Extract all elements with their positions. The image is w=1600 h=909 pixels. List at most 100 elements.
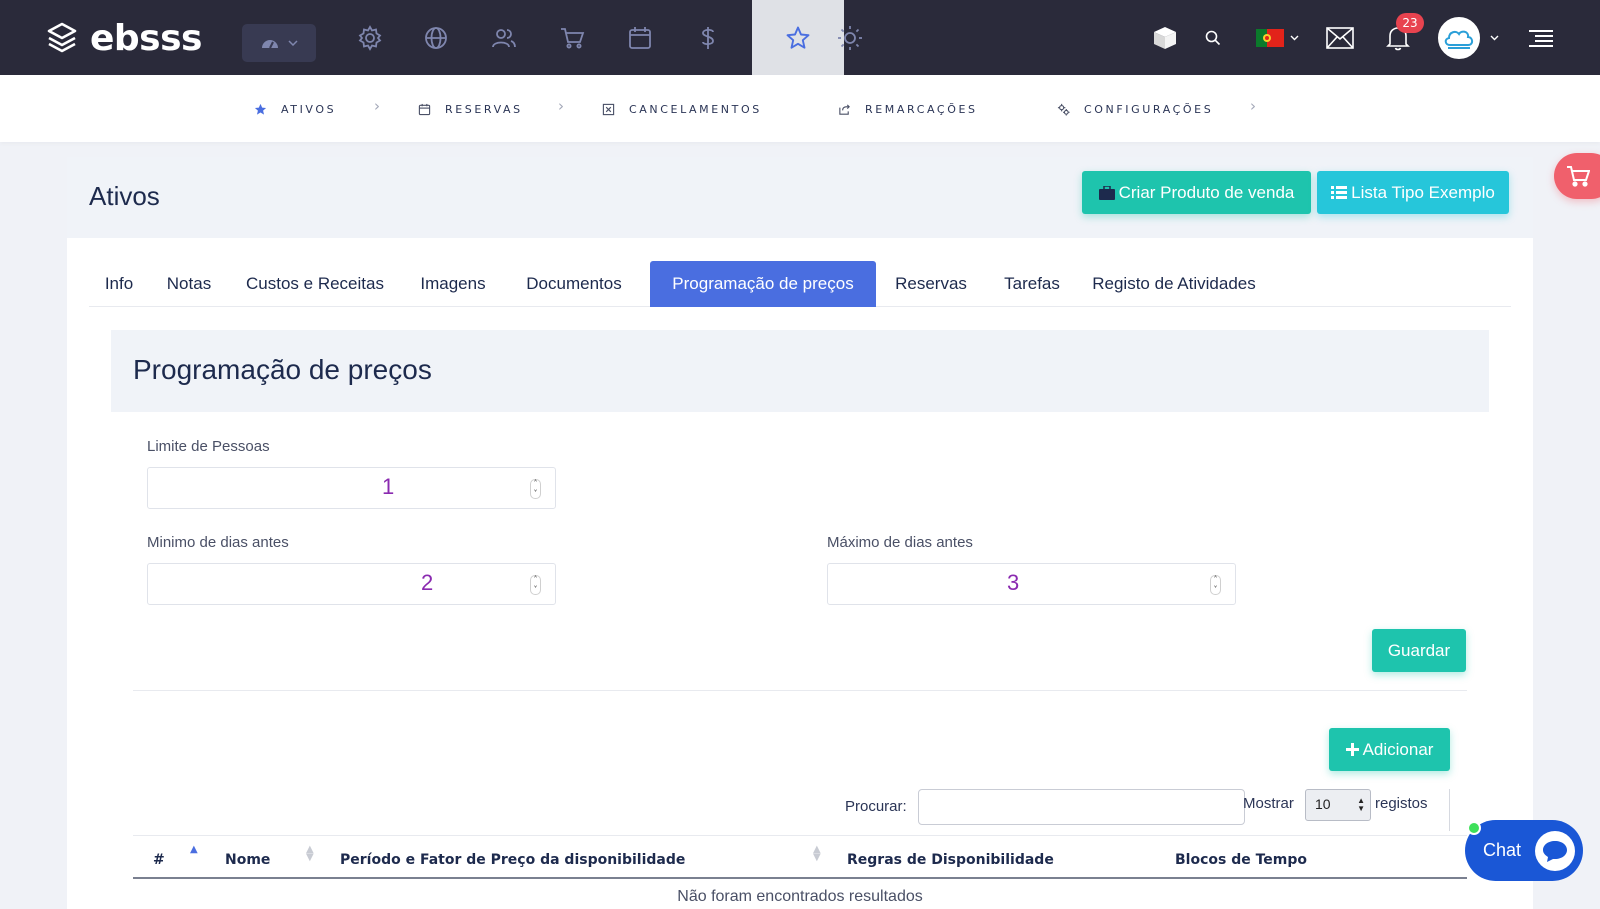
nav-theme[interactable] [820, 0, 880, 75]
dashboard-dropdown[interactable] [242, 24, 316, 62]
min-days-input[interactable]: 2 ˄ ˅ [147, 563, 556, 605]
number-spinner[interactable]: ˄ ˅ [1210, 575, 1221, 595]
min-days-label: Minimo de dias antes [147, 534, 289, 551]
cart-icon [561, 27, 585, 48]
cube-icon [1154, 26, 1176, 49]
search-button[interactable] [1202, 0, 1224, 75]
people-limit-value: 1 [382, 474, 395, 499]
avatar [1437, 16, 1480, 59]
list-type-button[interactable]: Lista Tipo Exemplo [1317, 171, 1509, 214]
asset-tabs: Info Notas Custos e Receitas Imagens Doc… [89, 261, 1511, 307]
people-limit-label: Limite de Pessoas [147, 438, 270, 455]
subnav-item-configuracoes[interactable]: CONFIGURAÇÕES [1057, 99, 1213, 119]
online-status-dot [1467, 821, 1481, 835]
chevron-down-icon [288, 40, 298, 46]
table-empty-row: Não foram encontrados resultados [133, 879, 1467, 909]
notifications-button[interactable]: 23 [1380, 0, 1424, 75]
tab-notas[interactable]: Notas [149, 261, 229, 307]
spin-down-icon: ˅ [1213, 585, 1218, 594]
subnav-item-cancelamentos[interactable]: CANCELAMENTOS [602, 99, 762, 119]
tab-registo-atividades[interactable]: Registo de Atividades [1078, 261, 1270, 307]
dashboard-icon [262, 40, 278, 49]
spin-down-icon: ˅ [533, 585, 538, 594]
sort-icon[interactable]: ▲ ▼ [813, 845, 821, 863]
number-spinner[interactable]: ˄ ˅ [530, 575, 541, 595]
chat-label: Chat [1483, 840, 1522, 860]
column-header-nome[interactable]: Nome [225, 852, 270, 868]
subnav-item-ativos[interactable]: ATIVOS [254, 99, 336, 119]
tab-reservas[interactable]: Reservas [876, 261, 986, 307]
subnav-item-reservas[interactable]: RESERVAS [418, 99, 523, 119]
search-label: Procurar: [845, 798, 907, 815]
column-header-regras[interactable]: Regras de Disponibilidade [847, 852, 1054, 868]
column-header-index[interactable]: # [153, 852, 165, 868]
cogs-icon [1057, 103, 1070, 116]
plus-icon [1345, 743, 1359, 756]
floating-cart-button[interactable] [1554, 153, 1600, 199]
section-title: Programação de preços [133, 354, 432, 385]
apps-cube-button[interactable] [1150, 0, 1180, 75]
divider [133, 690, 1467, 691]
nav-users[interactable] [474, 0, 534, 75]
create-product-label: Criar Produto de venda [1118, 182, 1295, 202]
column-header-blocos[interactable]: Blocos de Tempo [1175, 852, 1307, 868]
subnav-item-remarcacoes[interactable]: REMARCAÇÕES [838, 99, 978, 119]
max-days-input[interactable]: 3 ˄ ˅ [827, 563, 1236, 605]
page-size-select[interactable]: 10 ▲ ▼ [1305, 789, 1371, 821]
language-selector[interactable] [1254, 0, 1300, 75]
nav-settings[interactable] [340, 0, 400, 75]
nav-globe[interactable] [406, 0, 466, 75]
add-button[interactable]: Adicionar [1329, 728, 1450, 771]
sort-asc-icon[interactable]: ▲ [190, 845, 198, 855]
tab-documentos[interactable]: Documentos [505, 261, 643, 307]
list-icon [1331, 186, 1348, 199]
cloud-icon [1444, 30, 1473, 49]
chat-bubble-icon [1535, 830, 1576, 871]
chat-widget-button[interactable]: Chat [1465, 820, 1583, 881]
page-size-label: Mostrar [1243, 795, 1294, 812]
calendar-icon [629, 26, 651, 49]
portugal-flag-icon [1255, 28, 1284, 47]
nav-cart[interactable] [542, 0, 602, 75]
create-product-button[interactable]: Criar Produto de venda [1082, 171, 1311, 214]
search-input[interactable] [918, 789, 1245, 825]
min-days-value: 2 [421, 570, 434, 595]
chevron-right-icon: › [558, 97, 564, 115]
subnav-item-label: CONFIGURAÇÕES [1084, 102, 1214, 116]
messages-button[interactable] [1325, 0, 1355, 75]
divider [1449, 789, 1450, 831]
notification-count-badge: 23 [1396, 13, 1424, 33]
menu-lines-icon [1529, 29, 1553, 47]
tab-info[interactable]: Info [89, 261, 149, 307]
nav-finance[interactable] [678, 0, 738, 75]
dollar-icon [702, 26, 714, 49]
column-header-periodo[interactable]: Período e Fator de Preço da disponibilid… [340, 852, 685, 868]
tab-programacao-precos[interactable]: Programação de preços [650, 261, 876, 307]
number-spinner[interactable]: ˄ ˅ [530, 479, 541, 499]
spin-up-icon: ˄ [533, 479, 538, 488]
side-menu-toggle[interactable] [1526, 0, 1556, 75]
subnav-item-label: RESERVAS [445, 102, 523, 116]
spin-down-icon: ˅ [533, 489, 538, 498]
sort-icon[interactable]: ▲ ▼ [306, 845, 314, 863]
subnav-item-label: CANCELAMENTOS [629, 102, 762, 116]
star-icon [254, 103, 267, 115]
brand-logo[interactable]: ebsss [46, 16, 202, 60]
table-header: # ▲ Nome ▲ ▼ Período e Fator de Preço da … [133, 835, 1467, 879]
chevron-down-icon [1290, 35, 1298, 40]
search-icon [1205, 30, 1221, 45]
spin-up-icon: ˄ [1213, 575, 1218, 584]
globe-icon [425, 26, 447, 49]
tab-tarefas[interactable]: Tarefas [986, 261, 1078, 307]
user-menu[interactable] [1436, 0, 1500, 75]
list-type-label: Lista Tipo Exemplo [1351, 182, 1495, 202]
add-label: Adicionar [1362, 739, 1434, 759]
people-limit-input[interactable]: 1 ˄ ˅ [147, 467, 556, 509]
page-size-value: 10 [1315, 796, 1331, 812]
tab-imagens[interactable]: Imagens [401, 261, 505, 307]
nav-calendar[interactable] [610, 0, 670, 75]
save-button[interactable]: Guardar [1372, 629, 1466, 672]
tab-custos-receitas[interactable]: Custos e Receitas [229, 261, 401, 307]
subnav-item-label: ATIVOS [281, 102, 337, 116]
subnav-item-label: REMARCAÇÕES [865, 102, 978, 116]
